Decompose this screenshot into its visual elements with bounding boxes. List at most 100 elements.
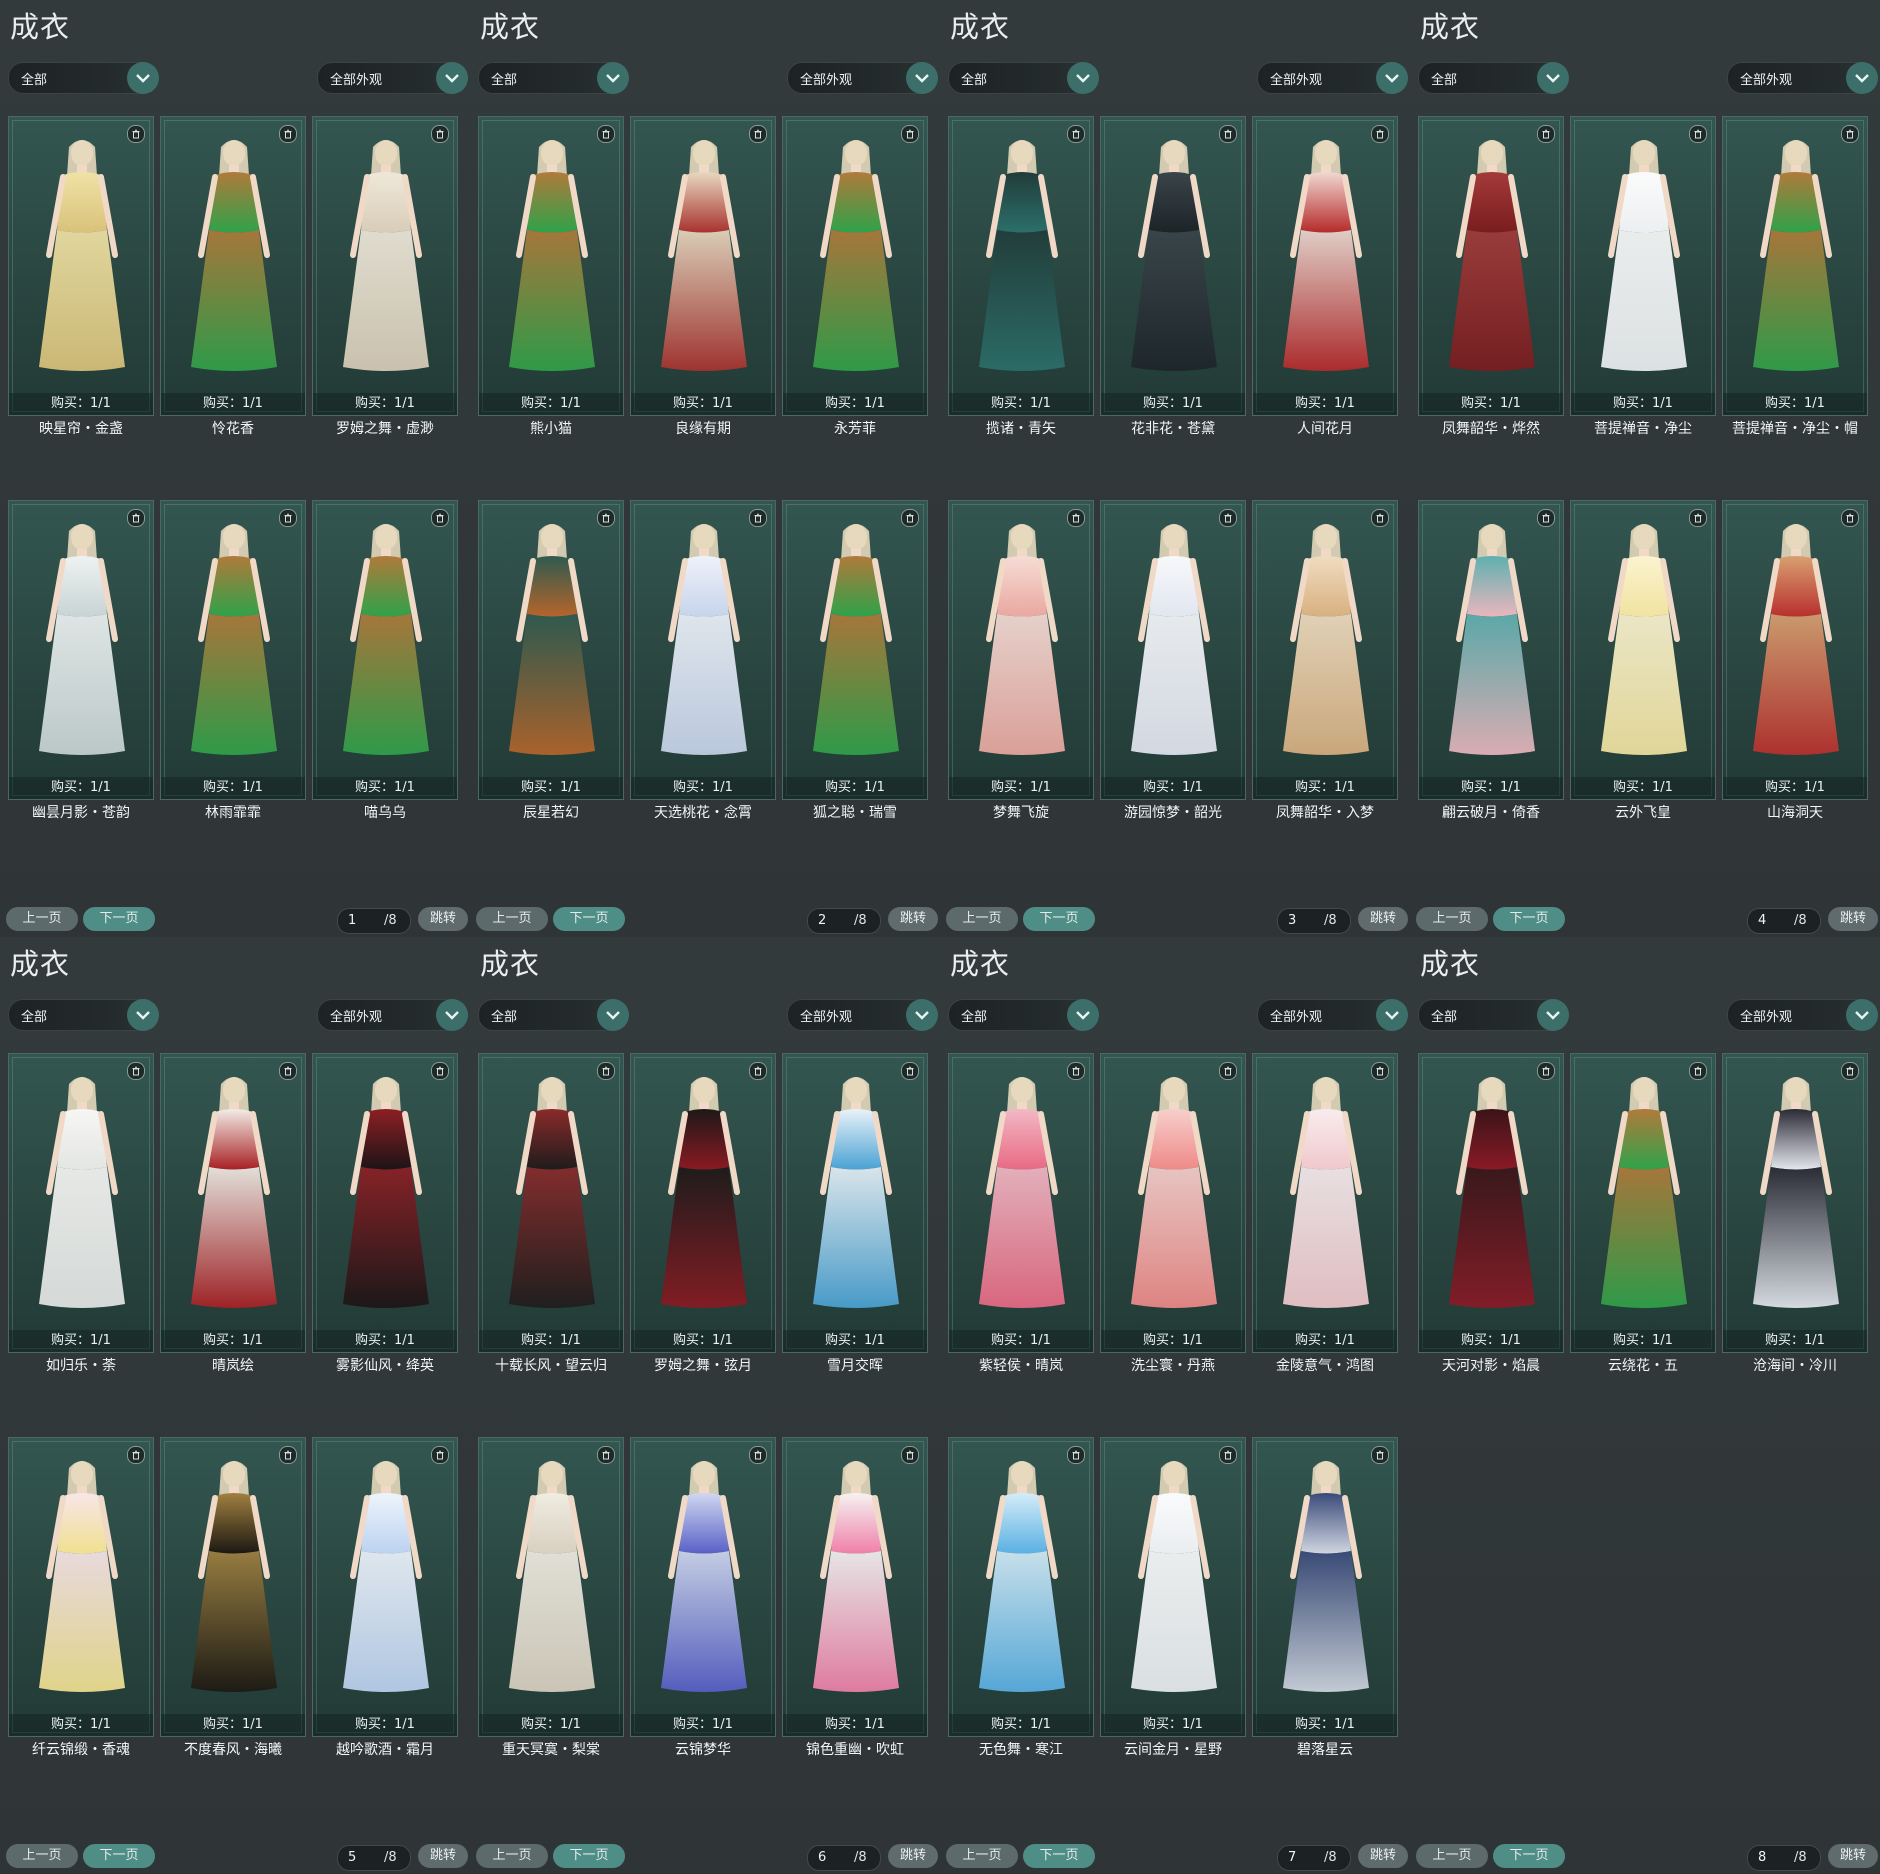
jump-button[interactable]: 跳转 — [418, 1844, 468, 1868]
appearance-dropdown[interactable]: 全部外观 — [317, 62, 468, 94]
jump-button[interactable]: 跳转 — [418, 907, 468, 931]
trash-icon[interactable] — [1219, 1062, 1237, 1080]
chevron-down-icon[interactable] — [597, 999, 629, 1031]
outfit-card[interactable]: 购买：1/1 — [782, 500, 928, 800]
jump-button[interactable]: 跳转 — [888, 907, 938, 931]
outfit-card[interactable]: 购买：1/1 — [160, 116, 306, 416]
outfit-card[interactable]: 购买：1/1 — [630, 116, 776, 416]
next-page-button[interactable]: 下一页 — [1023, 907, 1095, 931]
appearance-dropdown[interactable]: 全部外观 — [1257, 999, 1408, 1031]
trash-icon[interactable] — [901, 509, 919, 527]
outfit-card[interactable]: 购买：1/1 — [1570, 116, 1716, 416]
prev-page-button[interactable]: 上一页 — [476, 907, 548, 931]
outfit-card[interactable]: 购买：1/1 — [1100, 1053, 1246, 1353]
trash-icon[interactable] — [901, 1062, 919, 1080]
category-dropdown[interactable]: 全部 — [948, 62, 1099, 94]
outfit-card[interactable]: 购买：1/1 — [1100, 116, 1246, 416]
chevron-down-icon[interactable] — [436, 62, 468, 94]
outfit-card[interactable]: 购买：1/1 — [630, 1437, 776, 1737]
chevron-down-icon[interactable] — [1537, 62, 1569, 94]
trash-icon[interactable] — [127, 1446, 145, 1464]
prev-page-button[interactable]: 上一页 — [6, 1844, 78, 1868]
jump-button[interactable]: 跳转 — [1358, 1844, 1408, 1868]
outfit-card[interactable]: 购买：1/1 — [1252, 1053, 1398, 1353]
outfit-card[interactable]: 购买：1/1 — [1418, 116, 1564, 416]
category-dropdown[interactable]: 全部 — [948, 999, 1099, 1031]
trash-icon[interactable] — [279, 1062, 297, 1080]
chevron-down-icon[interactable] — [1537, 999, 1569, 1031]
page-number-input[interactable]: 4/8 — [1747, 908, 1821, 934]
trash-icon[interactable] — [597, 125, 615, 143]
trash-icon[interactable] — [1537, 1062, 1555, 1080]
outfit-card[interactable]: 购买：1/1 — [8, 500, 154, 800]
trash-icon[interactable] — [1689, 1062, 1707, 1080]
appearance-dropdown[interactable]: 全部外观 — [317, 999, 468, 1031]
outfit-card[interactable]: 购买：1/1 — [8, 116, 154, 416]
trash-icon[interactable] — [1371, 125, 1389, 143]
trash-icon[interactable] — [1841, 1062, 1859, 1080]
prev-page-button[interactable]: 上一页 — [476, 1844, 548, 1868]
category-dropdown[interactable]: 全部 — [478, 999, 629, 1031]
category-dropdown[interactable]: 全部 — [478, 62, 629, 94]
trash-icon[interactable] — [1219, 509, 1237, 527]
category-dropdown[interactable]: 全部 — [8, 999, 159, 1031]
chevron-down-icon[interactable] — [1376, 62, 1408, 94]
outfit-card[interactable]: 购买：1/1 — [1100, 1437, 1246, 1737]
trash-icon[interactable] — [279, 1446, 297, 1464]
chevron-down-icon[interactable] — [597, 62, 629, 94]
chevron-down-icon[interactable] — [127, 62, 159, 94]
trash-icon[interactable] — [1371, 509, 1389, 527]
page-number-input[interactable]: 6/8 — [807, 1845, 881, 1871]
next-page-button[interactable]: 下一页 — [1493, 907, 1565, 931]
trash-icon[interactable] — [1067, 1062, 1085, 1080]
outfit-card[interactable]: 购买：1/1 — [782, 116, 928, 416]
jump-button[interactable]: 跳转 — [1828, 907, 1878, 931]
outfit-card[interactable]: 购买：1/1 — [8, 1437, 154, 1737]
prev-page-button[interactable]: 上一页 — [6, 907, 78, 931]
outfit-card[interactable]: 购买：1/1 — [478, 500, 624, 800]
outfit-card[interactable]: 购买：1/1 — [1570, 500, 1716, 800]
trash-icon[interactable] — [1067, 1446, 1085, 1464]
trash-icon[interactable] — [431, 1062, 449, 1080]
trash-icon[interactable] — [749, 125, 767, 143]
outfit-card[interactable]: 购买：1/1 — [1722, 116, 1868, 416]
trash-icon[interactable] — [1841, 125, 1859, 143]
appearance-dropdown[interactable]: 全部外观 — [787, 999, 938, 1031]
outfit-card[interactable]: 购买：1/1 — [782, 1437, 928, 1737]
jump-button[interactable]: 跳转 — [1828, 1844, 1878, 1868]
trash-icon[interactable] — [1371, 1446, 1389, 1464]
trash-icon[interactable] — [901, 125, 919, 143]
trash-icon[interactable] — [1689, 125, 1707, 143]
outfit-card[interactable]: 购买：1/1 — [312, 116, 458, 416]
outfit-card[interactable]: 购买：1/1 — [1418, 1053, 1564, 1353]
trash-icon[interactable] — [1219, 125, 1237, 143]
outfit-card[interactable]: 购买：1/1 — [948, 500, 1094, 800]
trash-icon[interactable] — [597, 509, 615, 527]
chevron-down-icon[interactable] — [436, 999, 468, 1031]
chevron-down-icon[interactable] — [1067, 62, 1099, 94]
page-number-input[interactable]: 3/8 — [1277, 908, 1351, 934]
category-dropdown[interactable]: 全部 — [1418, 999, 1569, 1031]
appearance-dropdown[interactable]: 全部外观 — [1727, 999, 1878, 1031]
outfit-card[interactable]: 购买：1/1 — [312, 1053, 458, 1353]
trash-icon[interactable] — [749, 1446, 767, 1464]
next-page-button[interactable]: 下一页 — [553, 1844, 625, 1868]
prev-page-button[interactable]: 上一页 — [1416, 907, 1488, 931]
page-number-input[interactable]: 1/8 — [337, 908, 411, 934]
appearance-dropdown[interactable]: 全部外观 — [1727, 62, 1878, 94]
next-page-button[interactable]: 下一页 — [1493, 1844, 1565, 1868]
category-dropdown[interactable]: 全部 — [1418, 62, 1569, 94]
trash-icon[interactable] — [279, 125, 297, 143]
trash-icon[interactable] — [1219, 1446, 1237, 1464]
jump-button[interactable]: 跳转 — [1358, 907, 1408, 931]
trash-icon[interactable] — [749, 1062, 767, 1080]
outfit-card[interactable]: 购买：1/1 — [1252, 116, 1398, 416]
outfit-card[interactable]: 购买：1/1 — [478, 116, 624, 416]
page-number-input[interactable]: 2/8 — [807, 908, 881, 934]
outfit-card[interactable]: 购买：1/1 — [478, 1437, 624, 1737]
next-page-button[interactable]: 下一页 — [553, 907, 625, 931]
prev-page-button[interactable]: 上一页 — [946, 907, 1018, 931]
next-page-button[interactable]: 下一页 — [83, 907, 155, 931]
chevron-down-icon[interactable] — [906, 999, 938, 1031]
prev-page-button[interactable]: 上一页 — [1416, 1844, 1488, 1868]
